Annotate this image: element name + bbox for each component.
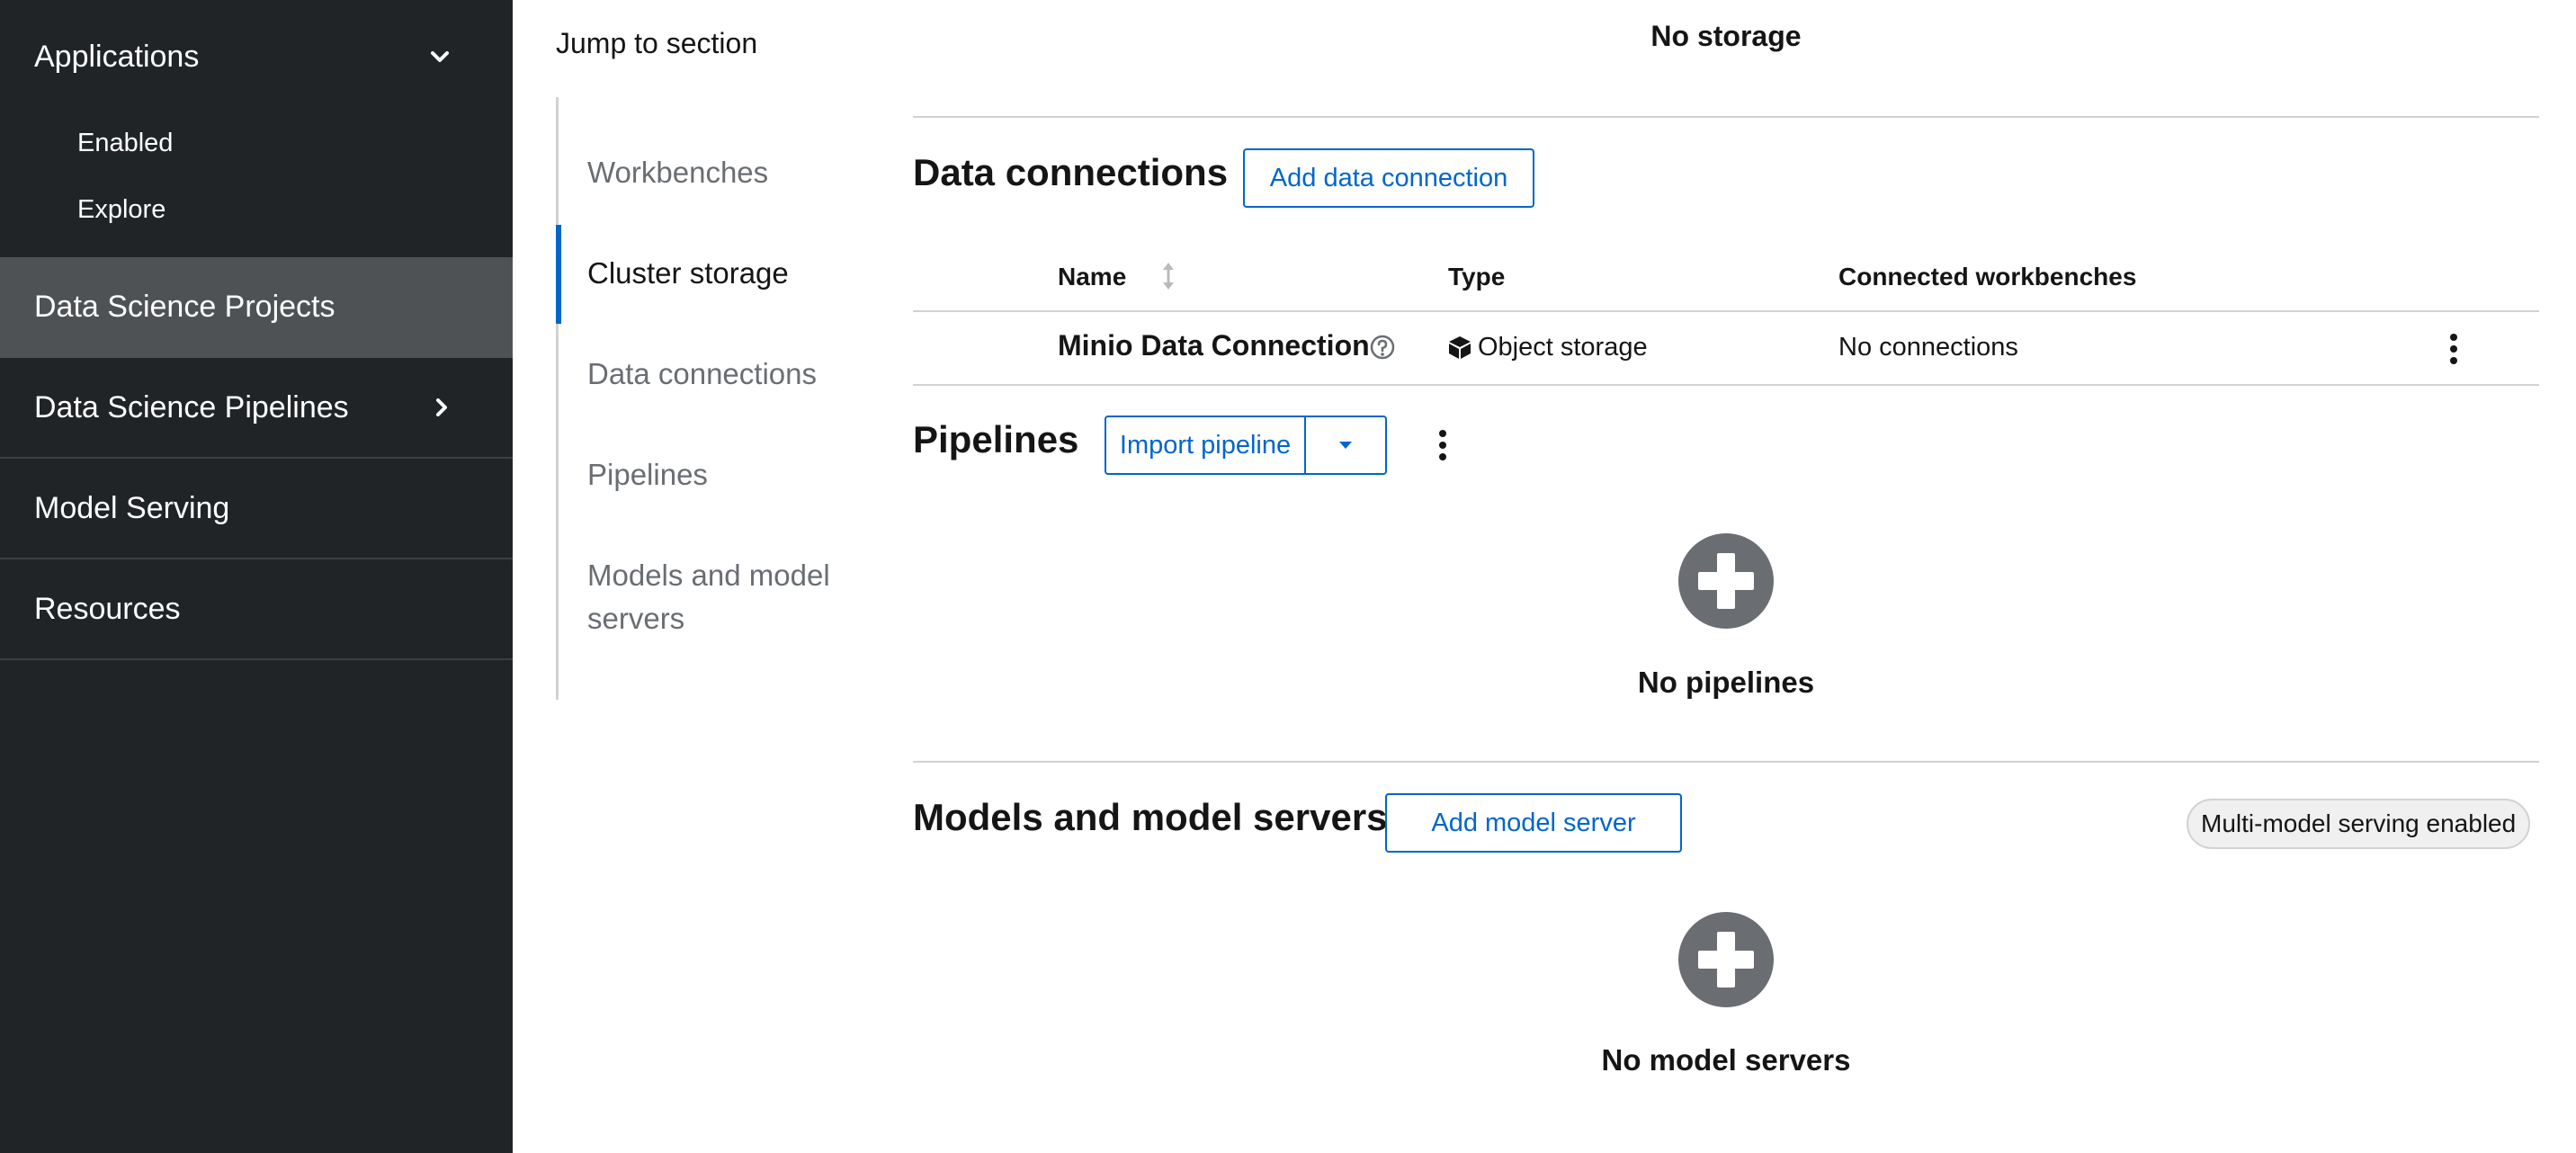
sidebar-item-label: Data Science Pipelines <box>34 390 349 425</box>
table-row-divider <box>913 384 2539 386</box>
help-icon[interactable] <box>1370 335 1395 360</box>
jump-link-workbenches[interactable]: Workbenches <box>587 151 768 194</box>
applications-toggle[interactable]: Applications <box>0 0 513 117</box>
pipelines-kebab-icon[interactable] <box>1438 430 1447 462</box>
jump-active-indicator <box>556 225 561 324</box>
chevron-right-icon <box>436 398 447 416</box>
column-header-name[interactable]: Name <box>1058 263 1126 291</box>
data-connection-name: Minio Data Connection <box>1058 329 1370 362</box>
data-connection-connected: No connections <box>1838 333 2018 362</box>
add-model-server-button[interactable]: Add model server <box>1385 793 1682 853</box>
sidebar-item-explore[interactable]: Explore <box>77 195 165 225</box>
sidebar-item-label: Resources <box>34 592 181 626</box>
caret-down-icon <box>1339 442 1352 449</box>
pipelines-title: Pipelines <box>913 418 1079 460</box>
sidebar-item-label: Data Science Projects <box>34 290 335 324</box>
multi-model-serving-badge: Multi-model serving enabled <box>2187 799 2531 849</box>
sidebar-item-resources[interactable]: Resources <box>0 559 513 660</box>
main-content: No storage Data connections Add data con… <box>913 0 2539 1153</box>
jump-to-section-nav: Workbenches Cluster storage Data connect… <box>556 97 862 700</box>
applications-label: Applications <box>34 40 200 74</box>
jump-to-section-title: Jump to section <box>556 27 758 59</box>
column-header-type: Type <box>1448 263 1506 290</box>
sidebar: Applications Enabled Explore Data Scienc… <box>0 0 513 1153</box>
storage-empty-text: No storage <box>1650 20 1802 52</box>
kebab-icon[interactable] <box>2449 334 2458 366</box>
import-pipeline-toggle[interactable] <box>1306 417 1385 473</box>
sidebar-item-data-science-pipelines[interactable]: Data Science Pipelines <box>0 358 513 459</box>
jump-link-models-and-model-servers[interactable]: Models and model servers <box>587 554 848 640</box>
sidebar-item-data-science-projects[interactable]: Data Science Projects <box>0 257 513 358</box>
section-divider <box>913 116 2539 118</box>
sort-icon[interactable] <box>1161 261 1176 291</box>
sidebar-item-model-serving[interactable]: Model Serving <box>0 459 513 559</box>
nav-group-applications: Applications Enabled Explore <box>0 0 513 261</box>
add-data-connection-button[interactable]: Add data connection <box>1243 148 1534 208</box>
jump-link-cluster-storage[interactable]: Cluster storage <box>587 252 789 295</box>
jump-link-pipelines[interactable]: Pipelines <box>587 453 708 496</box>
column-header-connected-workbenches: Connected workbenches <box>1838 263 2137 290</box>
plus-circle-icon <box>1678 533 1774 629</box>
sidebar-item-enabled[interactable]: Enabled <box>77 129 173 158</box>
section-divider <box>913 761 2539 763</box>
jump-link-data-connections[interactable]: Data connections <box>587 353 817 396</box>
plus-circle-icon <box>1678 912 1774 1007</box>
import-pipeline-split-button: Import pipeline <box>1105 416 1387 475</box>
data-connection-type: Object storage <box>1478 333 1648 362</box>
cube-icon <box>1449 336 1471 359</box>
models-title: Models and model servers <box>913 796 1388 838</box>
data-connections-title: Data connections <box>913 151 1229 193</box>
sidebar-item-label: Model Serving <box>34 491 230 525</box>
app-root: Applications Enabled Explore Data Scienc… <box>0 0 2576 1153</box>
pipelines-empty-text: No pipelines <box>1637 666 1815 699</box>
chevron-down-icon <box>431 51 449 62</box>
import-pipeline-button[interactable]: Import pipeline <box>1106 417 1306 473</box>
models-empty-text: No model servers <box>1601 1043 1851 1077</box>
table-header-divider <box>913 310 2539 312</box>
